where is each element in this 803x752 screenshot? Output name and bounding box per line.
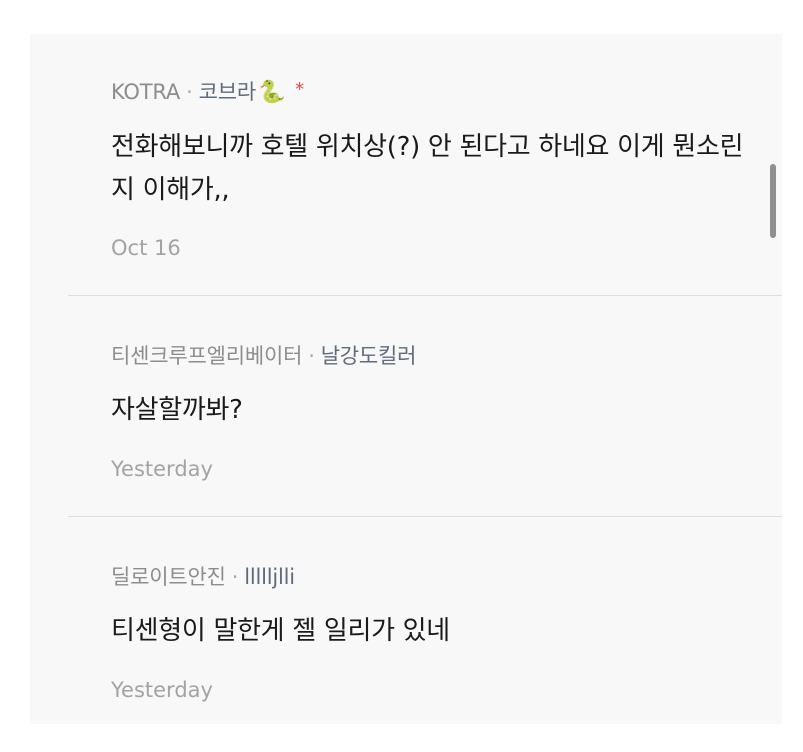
snake-icon: 🐍 bbox=[257, 80, 286, 105]
author-marker: * bbox=[295, 79, 304, 100]
comments-panel: KOTRA · 코브라🐍 * 전화해보니까 호텔 위치상(?) 안 된다고 하네요 이… bbox=[30, 34, 782, 724]
scrollbar[interactable] bbox=[770, 164, 776, 238]
comment-meta: KOTRA · 코브라🐍 * bbox=[111, 76, 304, 106]
comment-timestamp: Yesterday bbox=[111, 457, 213, 481]
comment-text: 자살할까봐? bbox=[111, 395, 243, 425]
author-nickname[interactable]: 코브라 bbox=[199, 80, 257, 104]
author-company[interactable]: 딜로이트안진 bbox=[111, 565, 226, 589]
comment-meta: 딜로이트안진 · llllljlli bbox=[111, 561, 295, 591]
author-company[interactable]: KOTRA bbox=[111, 80, 180, 104]
comment-text: 티센형이 말한게 젤 일리가 있네 bbox=[111, 616, 450, 646]
separator: · bbox=[186, 80, 193, 104]
divider bbox=[68, 295, 782, 296]
separator: · bbox=[308, 344, 315, 368]
author-company[interactable]: 티센크루프엘리베이터 bbox=[111, 344, 302, 368]
author-nickname[interactable]: llllljlli bbox=[244, 565, 295, 589]
comment-timestamp: Oct 16 bbox=[111, 236, 181, 260]
author-nickname[interactable]: 날강도킬러 bbox=[321, 344, 417, 368]
comment-text: 전화해보니까 호텔 위치상(?) 안 된다고 하네요 이게 뭔소린지 이해가,, bbox=[111, 132, 744, 205]
separator: · bbox=[231, 565, 239, 589]
comment-timestamp: Yesterday bbox=[111, 678, 213, 702]
comment-meta: 티센크루프엘리베이터 · 날강도킬러 bbox=[111, 340, 416, 370]
divider bbox=[68, 516, 782, 517]
